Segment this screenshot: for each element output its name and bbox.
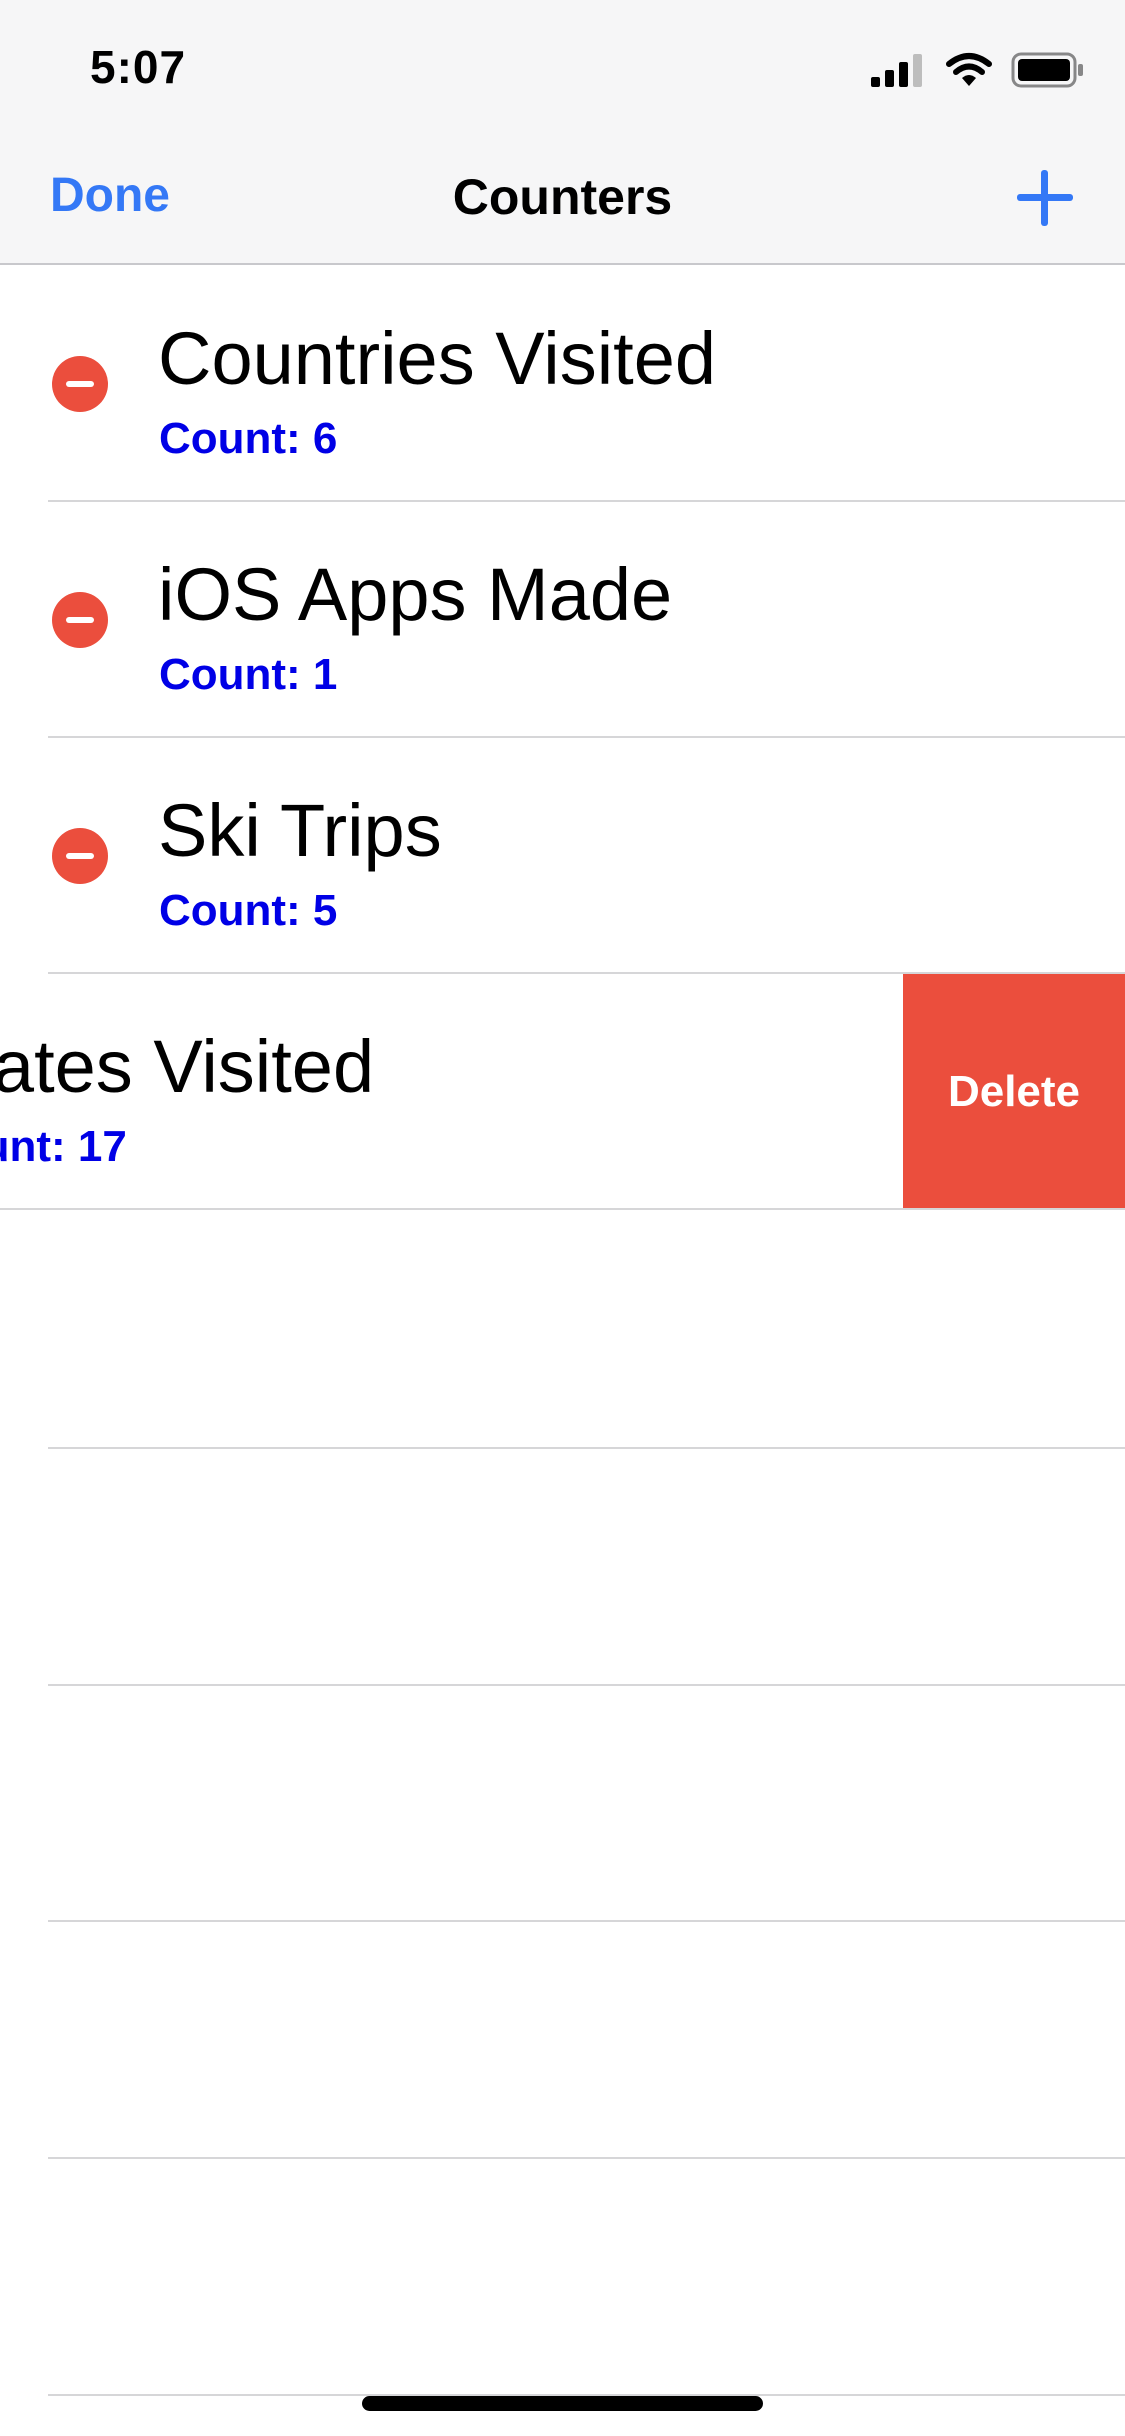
status-icons xyxy=(871,48,1085,92)
remove-icon[interactable] xyxy=(52,356,108,412)
plus-icon[interactable] xyxy=(1015,168,1075,228)
done-button[interactable]: Done xyxy=(50,168,170,223)
list-item-swiped[interactable]: States Visited Count: 17 Delete xyxy=(0,974,1125,1210)
row-divider xyxy=(48,1684,1125,1686)
counter-count: Count: 1 xyxy=(159,650,338,699)
remove-icon[interactable] xyxy=(52,828,108,884)
row-divider xyxy=(48,1447,1125,1449)
counter-title: States Visited xyxy=(0,1025,375,1108)
row-divider xyxy=(48,1920,1125,1922)
cellular-signal-icon xyxy=(871,54,922,87)
remove-icon[interactable] xyxy=(52,592,108,648)
counter-title: Countries Visited xyxy=(158,317,717,400)
row-divider xyxy=(48,2157,1125,2159)
counter-title: iOS Apps Made xyxy=(158,553,673,636)
delete-button[interactable]: Delete xyxy=(903,974,1125,1210)
status-time: 5:07 xyxy=(90,41,187,93)
counter-count: Count: 6 xyxy=(159,414,338,463)
navigation-bar: 5:07 Done Counters xyxy=(0,0,1125,265)
battery-icon xyxy=(1011,52,1083,88)
home-indicator[interactable] xyxy=(362,2396,763,2411)
counter-count: Count: 17 xyxy=(0,1122,127,1171)
row-divider xyxy=(0,1208,1125,1210)
counter-count: Count: 5 xyxy=(159,886,338,935)
list-item[interactable]: Countries Visited Count: 6 xyxy=(0,266,1125,502)
list-item[interactable]: iOS Apps Made Count: 1 xyxy=(0,502,1125,738)
wifi-icon xyxy=(946,53,992,86)
counter-title: Ski Trips xyxy=(158,789,442,872)
list-item[interactable]: Ski Trips Count: 5 xyxy=(0,738,1125,974)
